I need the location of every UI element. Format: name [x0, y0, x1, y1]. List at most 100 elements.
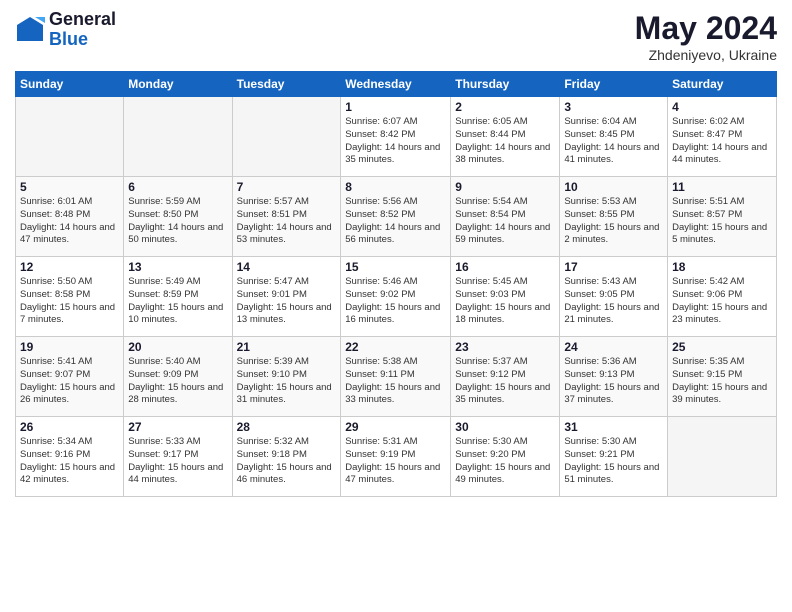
day-number: 15	[345, 260, 446, 274]
day-info: Sunrise: 5:53 AM Sunset: 8:55 PM Dayligh…	[564, 196, 663, 247]
header: General Blue May 2024 Zhdeniyevo, Ukrain…	[15, 10, 777, 63]
day-number: 16	[455, 260, 555, 274]
calendar-day-cell: 1Sunrise: 6:07 AM Sunset: 8:42 PM Daylig…	[341, 97, 451, 177]
calendar-day-cell	[232, 97, 341, 177]
day-number: 2	[455, 100, 555, 114]
calendar-week-row: 1Sunrise: 6:07 AM Sunset: 8:42 PM Daylig…	[16, 97, 777, 177]
calendar-day-cell: 15 Sunrise: 5:46 AM Sunset: 9:02 PM Dayli…	[341, 257, 451, 337]
calendar-day-cell: 11 Sunrise: 5:51 AM Sunset: 8:57 PM Dayli…	[668, 177, 777, 257]
day-of-week-header: Wednesday	[341, 72, 451, 97]
day-number: 18	[672, 260, 772, 274]
day-info: Sunrise: 5:35 AM Sunset: 9:15 PM Dayligh…	[672, 356, 772, 407]
day-number: 9	[455, 180, 555, 194]
calendar-day-cell: 14 Sunrise: 5:47 AM Sunset: 9:01 PM Dayli…	[232, 257, 341, 337]
calendar-day-cell: 20 Sunrise: 5:40 AM Sunset: 9:09 PM Dayli…	[124, 337, 232, 417]
day-info: Sunrise: 5:36 AM Sunset: 9:13 PM Dayligh…	[564, 356, 663, 407]
calendar-day-cell	[668, 417, 777, 497]
day-of-week-header: Tuesday	[232, 72, 341, 97]
day-number: 4	[672, 100, 772, 114]
calendar-day-cell: 23 Sunrise: 5:37 AM Sunset: 9:12 PM Dayli…	[451, 337, 560, 417]
day-of-week-header: Monday	[124, 72, 232, 97]
day-info: Sunrise: 5:47 AM Sunset: 9:01 PM Dayligh…	[237, 276, 337, 327]
day-info: Sunrise: 5:45 AM Sunset: 9:03 PM Dayligh…	[455, 276, 555, 327]
day-number: 26	[20, 420, 119, 434]
day-info: Sunrise: 5:57 AM Sunset: 8:51 PM Dayligh…	[237, 196, 337, 247]
calendar-day-cell: 19 Sunrise: 5:41 AM Sunset: 9:07 PM Dayli…	[16, 337, 124, 417]
day-of-week-header: Sunday	[16, 72, 124, 97]
day-info: Sunrise: 5:37 AM Sunset: 9:12 PM Dayligh…	[455, 356, 555, 407]
day-info: Sunrise: 5:40 AM Sunset: 9:09 PM Dayligh…	[128, 356, 227, 407]
calendar-day-cell: 5Sunrise: 6:01 AM Sunset: 8:48 PM Daylig…	[16, 177, 124, 257]
calendar-day-cell: 16 Sunrise: 5:45 AM Sunset: 9:03 PM Dayli…	[451, 257, 560, 337]
calendar-day-cell: 10Sunrise: 5:53 AM Sunset: 8:55 PM Dayli…	[560, 177, 668, 257]
day-number: 21	[237, 340, 337, 354]
calendar-day-cell: 2 Sunrise: 6:05 AM Sunset: 8:44 PM Daylig…	[451, 97, 560, 177]
calendar-day-cell: 8 Sunrise: 5:56 AM Sunset: 8:52 PM Daylig…	[341, 177, 451, 257]
day-number: 1	[345, 100, 446, 114]
day-number: 7	[237, 180, 337, 194]
day-info: Sunrise: 5:38 AM Sunset: 9:11 PM Dayligh…	[345, 356, 446, 407]
calendar-day-cell: 31 Sunrise: 5:30 AM Sunset: 9:21 PM Dayli…	[560, 417, 668, 497]
day-info: Sunrise: 5:42 AM Sunset: 9:06 PM Dayligh…	[672, 276, 772, 327]
day-info: Sunrise: 5:30 AM Sunset: 9:20 PM Dayligh…	[455, 436, 555, 487]
day-of-week-header: Saturday	[668, 72, 777, 97]
calendar-day-cell: 17 Sunrise: 5:43 AM Sunset: 9:05 PM Dayli…	[560, 257, 668, 337]
calendar-week-row: 26 Sunrise: 5:34 AM Sunset: 9:16 PM Dayli…	[16, 417, 777, 497]
day-number: 29	[345, 420, 446, 434]
day-info: Sunrise: 6:05 AM Sunset: 8:44 PM Dayligh…	[455, 116, 555, 167]
day-number: 31	[564, 420, 663, 434]
day-number: 19	[20, 340, 119, 354]
day-number: 24	[564, 340, 663, 354]
day-number: 11	[672, 180, 772, 194]
day-info: Sunrise: 5:46 AM Sunset: 9:02 PM Dayligh…	[345, 276, 446, 327]
day-number: 17	[564, 260, 663, 274]
logo-general: General	[49, 10, 116, 30]
day-number: 20	[128, 340, 227, 354]
day-info: Sunrise: 5:34 AM Sunset: 9:16 PM Dayligh…	[20, 436, 119, 487]
day-info: Sunrise: 5:41 AM Sunset: 9:07 PM Dayligh…	[20, 356, 119, 407]
calendar-day-cell: 22 Sunrise: 5:38 AM Sunset: 9:11 PM Dayli…	[341, 337, 451, 417]
page-container: General Blue May 2024 Zhdeniyevo, Ukrain…	[0, 0, 792, 507]
calendar-day-cell: 30 Sunrise: 5:30 AM Sunset: 9:20 PM Dayli…	[451, 417, 560, 497]
calendar-day-cell: 12 Sunrise: 5:50 AM Sunset: 8:58 PM Dayli…	[16, 257, 124, 337]
calendar-day-cell: 4 Sunrise: 6:02 AM Sunset: 8:47 PM Daylig…	[668, 97, 777, 177]
day-info: Sunrise: 5:31 AM Sunset: 9:19 PM Dayligh…	[345, 436, 446, 487]
calendar-day-cell: 28Sunrise: 5:32 AM Sunset: 9:18 PM Dayli…	[232, 417, 341, 497]
day-info: Sunrise: 6:02 AM Sunset: 8:47 PM Dayligh…	[672, 116, 772, 167]
day-info: Sunrise: 5:54 AM Sunset: 8:54 PM Dayligh…	[455, 196, 555, 247]
day-info: Sunrise: 5:56 AM Sunset: 8:52 PM Dayligh…	[345, 196, 446, 247]
day-info: Sunrise: 5:51 AM Sunset: 8:57 PM Dayligh…	[672, 196, 772, 247]
calendar-day-cell: 26 Sunrise: 5:34 AM Sunset: 9:16 PM Dayli…	[16, 417, 124, 497]
day-number: 14	[237, 260, 337, 274]
calendar: SundayMondayTuesdayWednesdayThursdayFrid…	[15, 71, 777, 497]
calendar-day-cell: 18 Sunrise: 5:42 AM Sunset: 9:06 PM Dayli…	[668, 257, 777, 337]
logo-icon	[15, 15, 45, 45]
day-of-week-header: Thursday	[451, 72, 560, 97]
day-info: Sunrise: 5:30 AM Sunset: 9:21 PM Dayligh…	[564, 436, 663, 487]
title-block: May 2024 Zhdeniyevo, Ukraine	[635, 10, 777, 63]
day-info: Sunrise: 5:43 AM Sunset: 9:05 PM Dayligh…	[564, 276, 663, 327]
day-info: Sunrise: 6:04 AM Sunset: 8:45 PM Dayligh…	[564, 116, 663, 167]
day-number: 6	[128, 180, 227, 194]
calendar-day-cell	[16, 97, 124, 177]
day-number: 22	[345, 340, 446, 354]
day-info: Sunrise: 5:50 AM Sunset: 8:58 PM Dayligh…	[20, 276, 119, 327]
day-number: 30	[455, 420, 555, 434]
day-of-week-header: Friday	[560, 72, 668, 97]
day-info: Sunrise: 5:59 AM Sunset: 8:50 PM Dayligh…	[128, 196, 227, 247]
day-number: 8	[345, 180, 446, 194]
day-number: 13	[128, 260, 227, 274]
calendar-day-cell: 7 Sunrise: 5:57 AM Sunset: 8:51 PM Daylig…	[232, 177, 341, 257]
calendar-header-row: SundayMondayTuesdayWednesdayThursdayFrid…	[16, 72, 777, 97]
location: Zhdeniyevo, Ukraine	[635, 47, 777, 63]
calendar-day-cell: 9 Sunrise: 5:54 AM Sunset: 8:54 PM Daylig…	[451, 177, 560, 257]
calendar-day-cell: 24 Sunrise: 5:36 AM Sunset: 9:13 PM Dayli…	[560, 337, 668, 417]
calendar-week-row: 19 Sunrise: 5:41 AM Sunset: 9:07 PM Dayli…	[16, 337, 777, 417]
day-number: 5	[20, 180, 119, 194]
calendar-day-cell: 13Sunrise: 5:49 AM Sunset: 8:59 PM Dayli…	[124, 257, 232, 337]
day-number: 12	[20, 260, 119, 274]
day-number: 23	[455, 340, 555, 354]
logo-text: General Blue	[49, 10, 116, 50]
calendar-week-row: 5Sunrise: 6:01 AM Sunset: 8:48 PM Daylig…	[16, 177, 777, 257]
day-number: 25	[672, 340, 772, 354]
